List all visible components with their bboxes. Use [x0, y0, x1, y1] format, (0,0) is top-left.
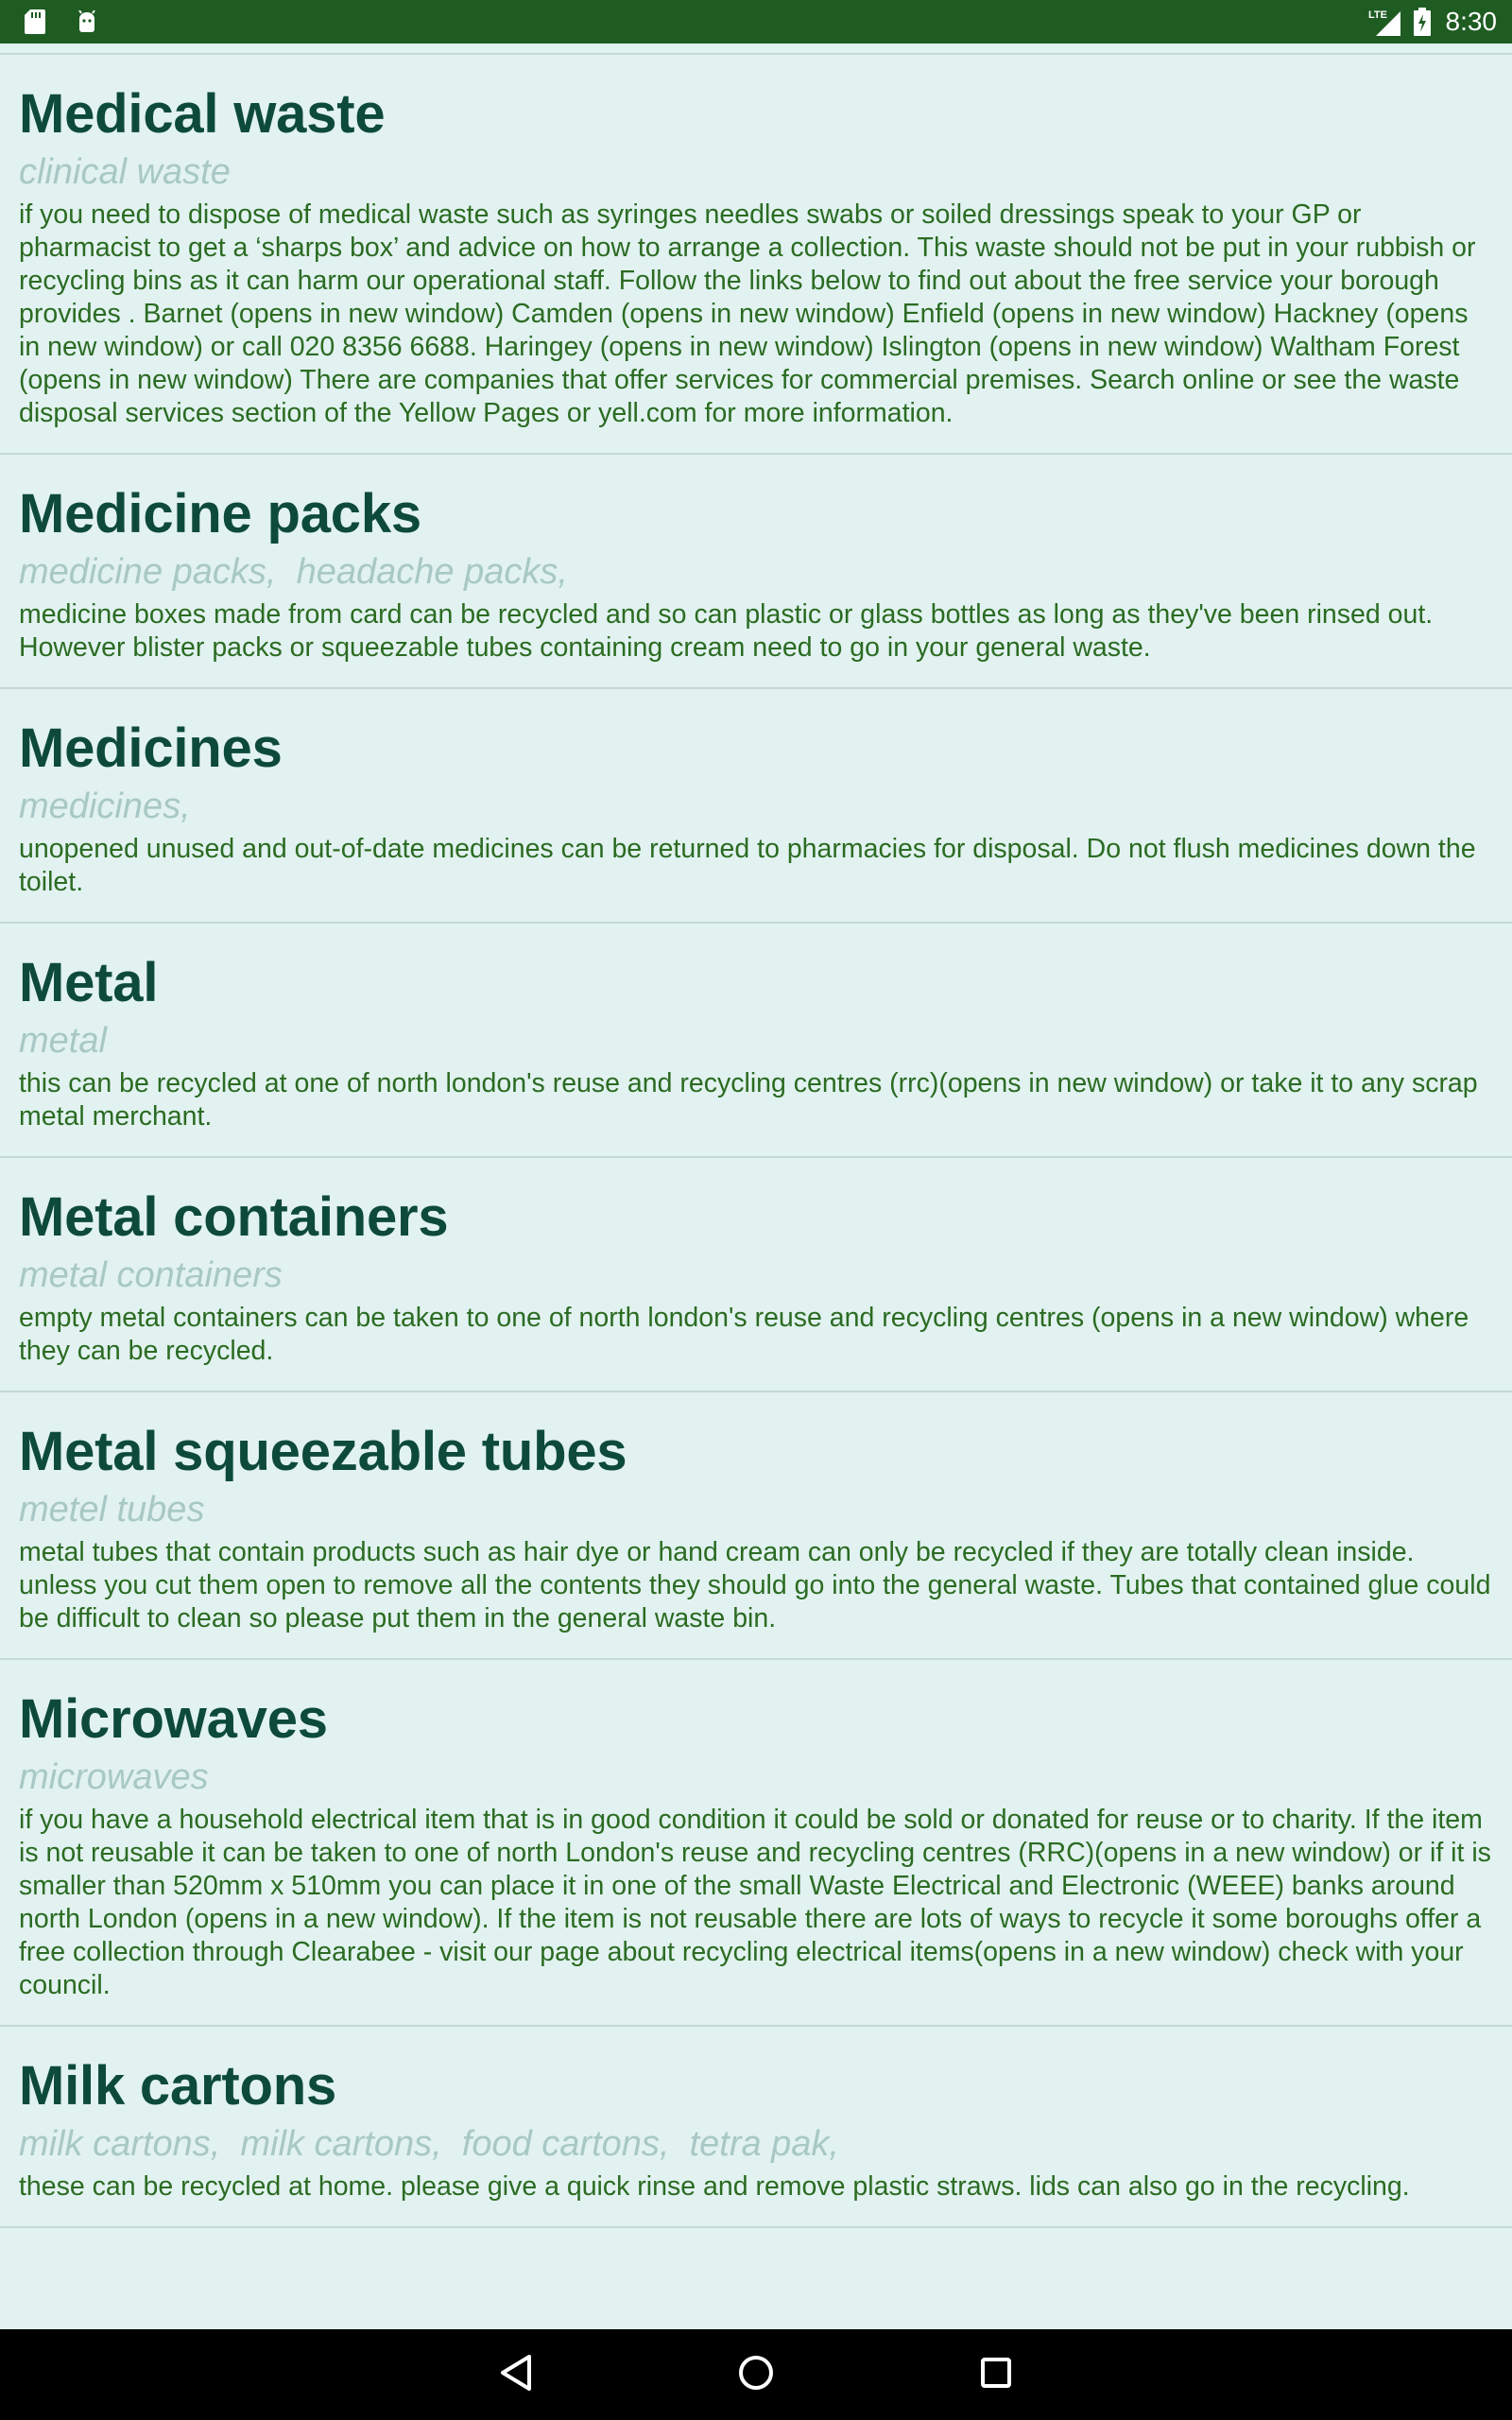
- item-description: if you have a household electrical item …: [19, 1805, 1491, 2000]
- item-keywords: microwaves: [19, 1757, 209, 1797]
- item-keywords: metel tubes: [19, 1490, 205, 1530]
- item-keywords: medicine packs, headache packs,: [19, 552, 568, 592]
- back-button[interactable]: [467, 2337, 565, 2412]
- list-item[interactable]: Microwaves microwaves if you have a hous…: [0, 1660, 1512, 2027]
- item-keywords: milk cartons, milk cartons, food cartons…: [19, 2124, 839, 2164]
- item-description: if you need to dispose of medical waste …: [19, 199, 1476, 428]
- list-item[interactable]: Medicine packs medicine packs, headache …: [0, 455, 1512, 689]
- svg-text:LTE: LTE: [1368, 9, 1387, 21]
- list-item[interactable]: Milk cartons milk cartons, milk cartons,…: [0, 2027, 1512, 2228]
- item-description: this can be recycled at one of north lon…: [19, 1068, 1478, 1132]
- waste-item-list[interactable]: Medical waste clinical waste if you need…: [0, 43, 1512, 2329]
- status-bar: LTE 8:30: [0, 0, 1512, 43]
- item-keywords: medicines,: [19, 786, 191, 826]
- list-item[interactable]: Metal containers metal containers empty …: [0, 1158, 1512, 1392]
- list-item[interactable]: Medical waste clinical waste if you need…: [0, 55, 1512, 455]
- home-icon: [737, 2354, 775, 2396]
- battery-icon: [1413, 8, 1431, 36]
- sd-card-icon: [25, 9, 45, 34]
- item-keywords: metal: [19, 1021, 107, 1061]
- status-time: 8:30: [1445, 7, 1498, 36]
- list-item[interactable]: Medicines medicines, unopened unused and…: [0, 689, 1512, 924]
- item-title: Milk cartons: [19, 2055, 337, 2117]
- item-description: metal tubes that contain products such a…: [19, 1537, 1491, 1634]
- item-description: unopened unused and out-of-date medicine…: [19, 834, 1476, 897]
- item-title: Medicine packs: [19, 483, 421, 544]
- item-keywords: clinical waste: [19, 152, 231, 192]
- divider: [0, 43, 1512, 55]
- item-title: Metal: [19, 952, 159, 1013]
- back-icon: [499, 2354, 533, 2396]
- item-description: empty metal containers can be taken to o…: [19, 1303, 1469, 1366]
- navigation-bar: [0, 2329, 1512, 2420]
- item-keywords: metal containers: [19, 1255, 283, 1295]
- recents-button[interactable]: [947, 2337, 1045, 2412]
- list-item[interactable]: Metal metal this can be recycled at one …: [0, 924, 1512, 1158]
- item-title: Microwaves: [19, 1688, 328, 1750]
- item-title: Medical waste: [19, 83, 386, 145]
- android-icon: [76, 10, 98, 33]
- home-button[interactable]: [707, 2337, 805, 2412]
- item-title: Metal containers: [19, 1186, 449, 1248]
- item-description: medicine boxes made from card can be rec…: [19, 599, 1434, 663]
- signal-icon: LTE: [1368, 8, 1402, 36]
- item-title: Metal squeezable tubes: [19, 1421, 627, 1482]
- list-item[interactable]: Metal squeezable tubes metel tubes metal…: [0, 1392, 1512, 1660]
- item-description: these can be recycled at home. please gi…: [19, 2171, 1410, 2202]
- recents-icon: [979, 2356, 1013, 2394]
- item-title: Medicines: [19, 717, 283, 779]
